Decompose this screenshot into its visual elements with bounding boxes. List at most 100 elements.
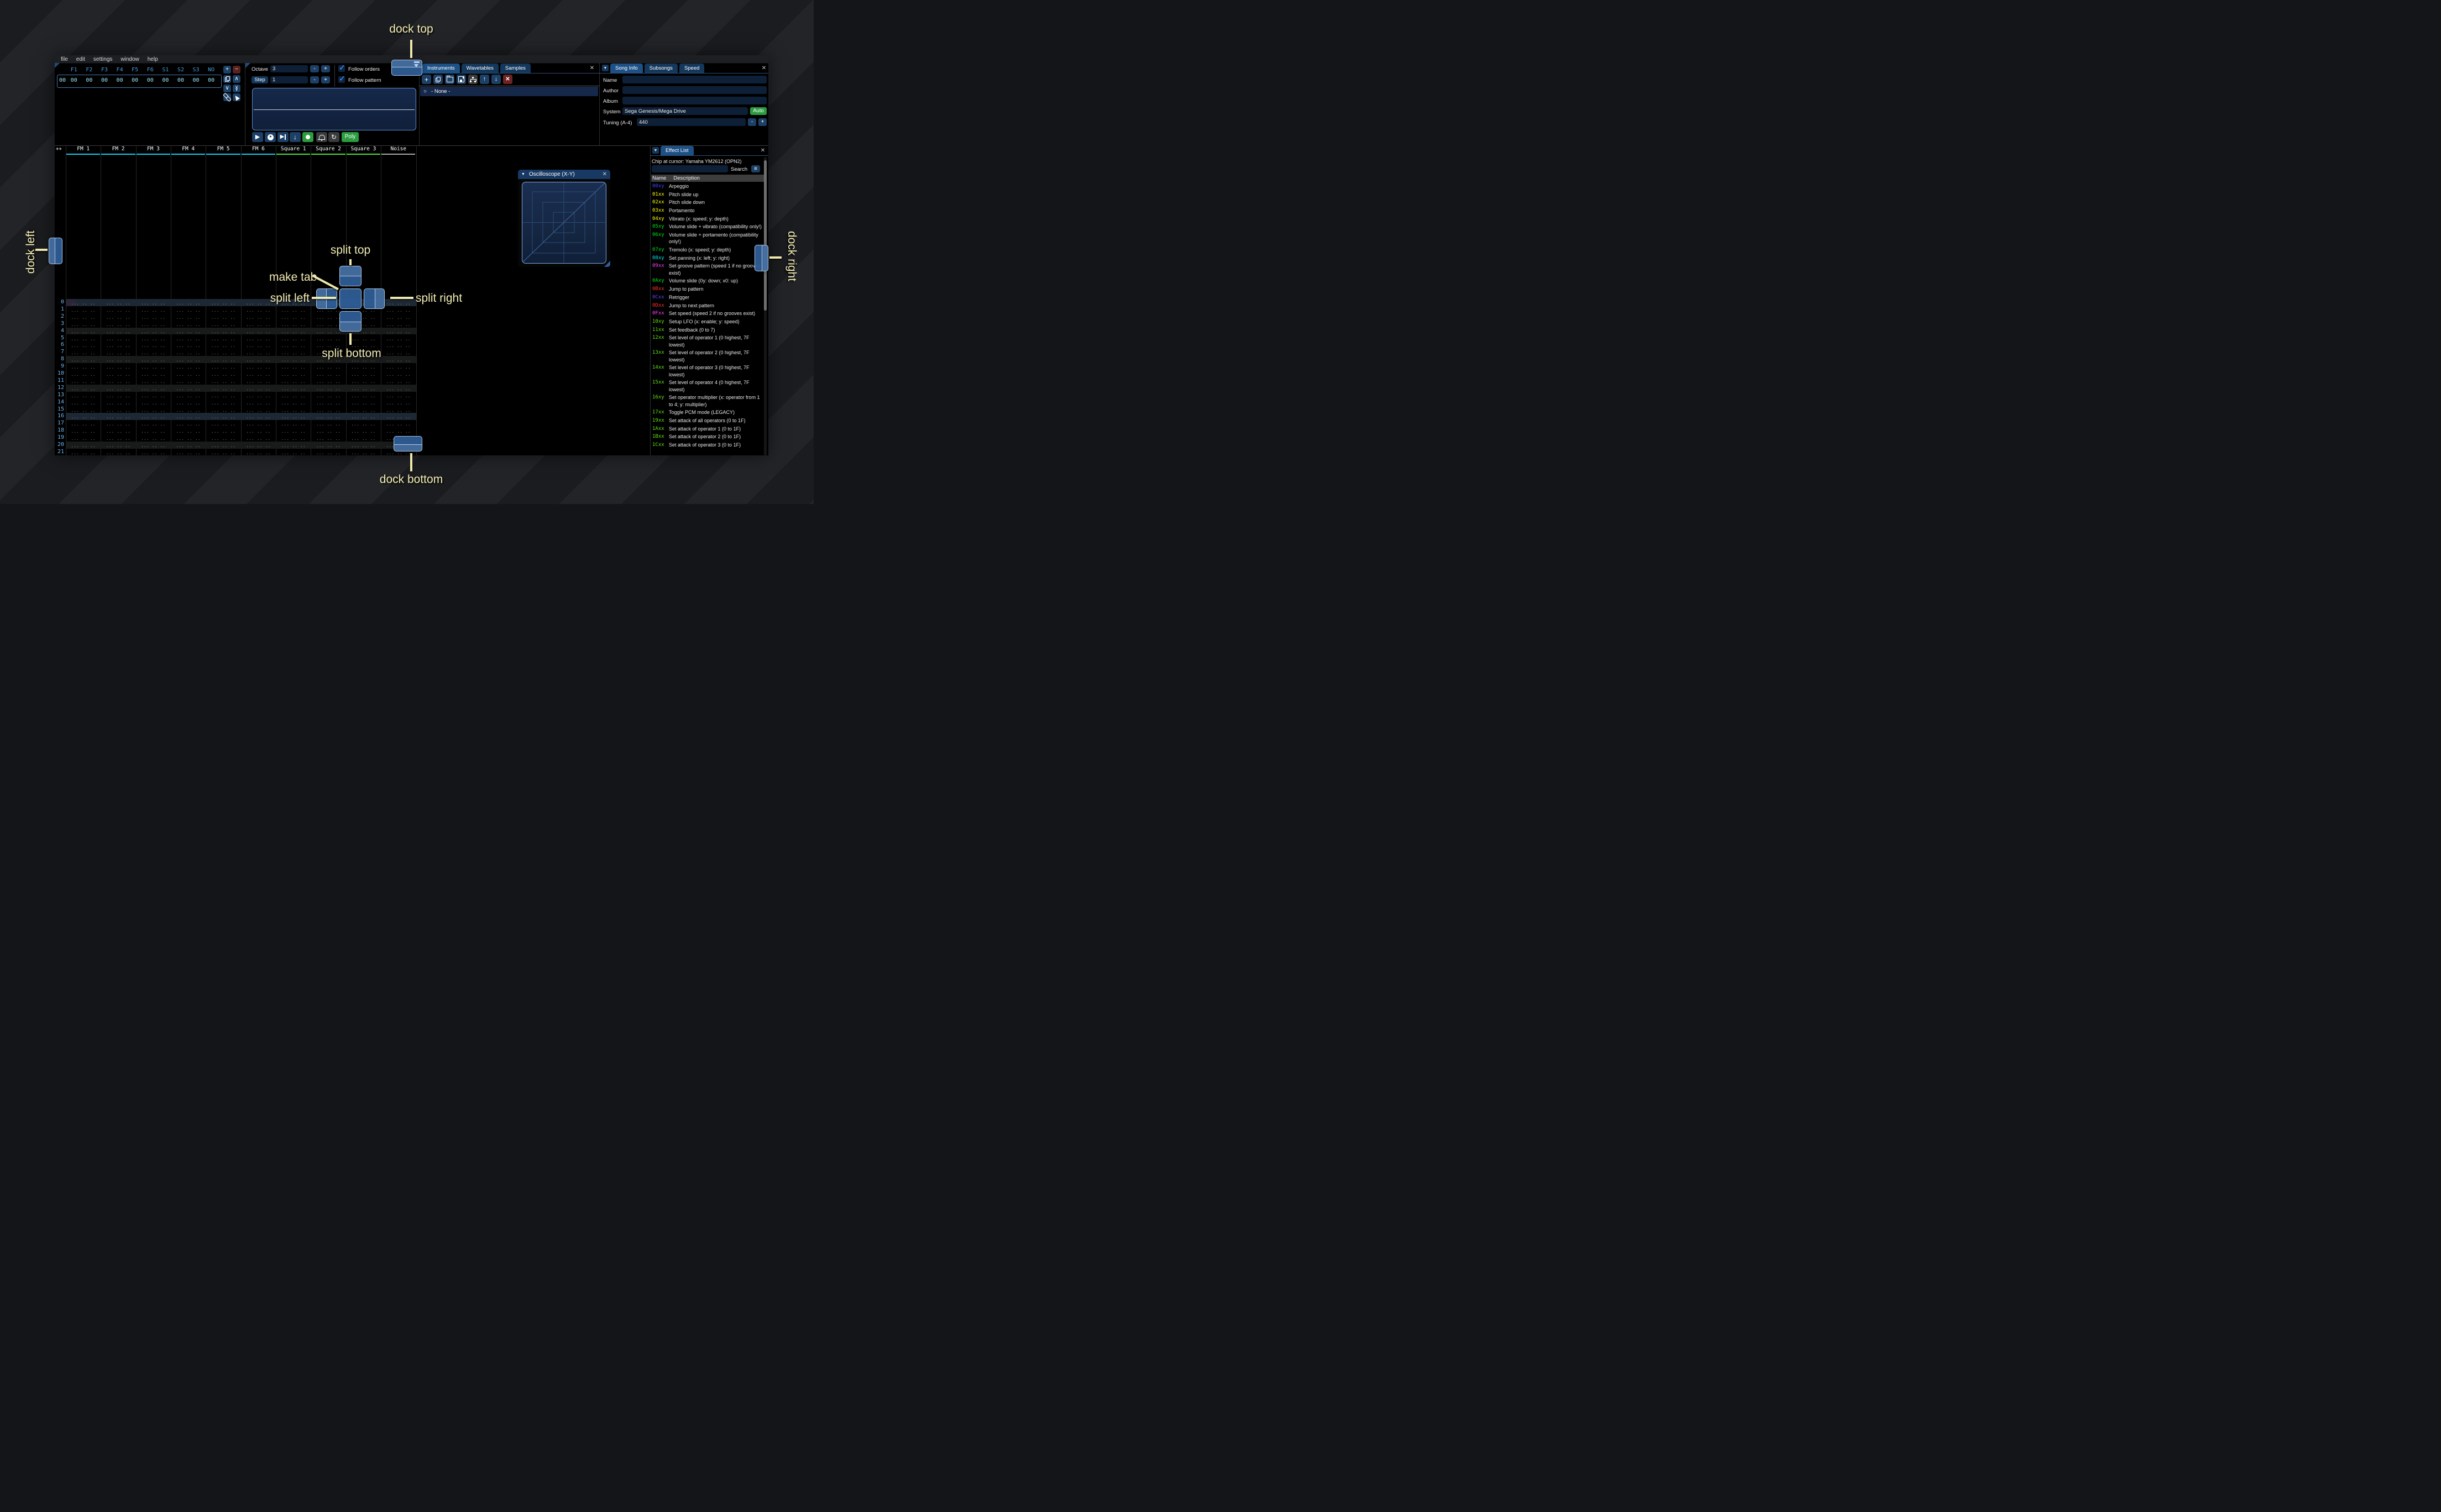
author-input[interactable] xyxy=(622,86,767,94)
pattern-row[interactable]: ... .. .. ....... .. .. ....... .. .. ..… xyxy=(66,321,416,328)
panel-separator[interactable] xyxy=(650,145,651,455)
pattern-cell[interactable]: ... .. .. .... xyxy=(136,420,171,427)
orders-row-values[interactable]: 00 00 00 00 00 00 00 00 00 00 xyxy=(66,77,219,83)
pattern-cell[interactable]: ... .. .. .... xyxy=(241,377,276,385)
pattern-cell[interactable]: ... .. .. .... xyxy=(136,342,171,349)
effect-row[interactable]: 11xx Set feedback (0 to 7) xyxy=(652,327,764,333)
dock-left-target[interactable] xyxy=(49,238,62,264)
pattern-cell[interactable]: ... .. .. .... xyxy=(241,427,276,434)
pattern-cell[interactable]: ... .. .. .... xyxy=(346,370,381,377)
pattern-cell[interactable]: ... .. .. .... xyxy=(66,427,101,434)
pattern-cell[interactable]: ... .. .. .... xyxy=(346,406,381,413)
pattern-cell[interactable]: ... .. .. .... xyxy=(381,406,416,413)
pattern-cell[interactable]: ... .. .. .... xyxy=(276,321,311,328)
effect-row[interactable]: 06xy Volume slide + portamento (compatibi… xyxy=(652,232,764,245)
pattern-cell[interactable]: ... .. .. .... xyxy=(311,406,345,413)
pattern-cell[interactable]: ... .. .. .... xyxy=(66,313,101,321)
pattern-cell[interactable]: ... .. .. .... xyxy=(171,313,206,321)
oscilloscope-close-button[interactable]: ✕ xyxy=(603,171,607,177)
tab-instruments[interactable]: Instruments xyxy=(422,64,460,73)
instrument-move-down-button[interactable]: ↓ xyxy=(491,75,501,84)
pattern-cell[interactable]: ... .. .. .... xyxy=(66,377,101,385)
pattern-cell[interactable]: ... .. .. .... xyxy=(66,335,101,342)
pattern-cell[interactable]: ... .. .. .... xyxy=(276,335,311,342)
pattern-cell[interactable]: ... .. .. .... xyxy=(381,349,416,356)
pattern-cell[interactable]: ... .. .. .... xyxy=(101,328,135,335)
name-input[interactable] xyxy=(622,76,767,83)
pattern-cell[interactable]: ... .. .. .... xyxy=(206,442,240,449)
pattern-cell[interactable]: ... .. .. .... xyxy=(136,413,171,420)
step-button[interactable]: Step xyxy=(252,76,268,83)
pattern-cell[interactable]: ... .. .. .... xyxy=(136,434,171,442)
pattern-row[interactable]: ... .. .. ....... .. .. ....... .. .. ..… xyxy=(66,420,416,427)
order-cell[interactable]: 00 xyxy=(188,77,204,83)
effect-row[interactable]: 19xx Set attack of all operators (0 to 1F… xyxy=(652,417,764,424)
order-duplicate-button[interactable] xyxy=(223,75,231,83)
effect-list-collapse-button[interactable]: ▼ xyxy=(652,147,659,154)
order-cell[interactable]: 00 xyxy=(127,77,143,83)
pattern-cell[interactable]: ... .. .. .... xyxy=(136,313,171,321)
effect-row[interactable]: 05xy Volume slide + vibrato (compatibilit… xyxy=(652,223,764,230)
pattern-cell[interactable]: ... .. .. .... xyxy=(66,406,101,413)
pattern-cell[interactable]: ... .. .. .... xyxy=(136,370,171,377)
pattern-cell[interactable]: ... .. .. .... xyxy=(241,399,276,406)
menu-item-window[interactable]: window xyxy=(121,56,139,62)
pattern-cell[interactable]: ... .. .. .... xyxy=(206,356,240,363)
pattern-cell[interactable]: ... .. .. .... xyxy=(66,321,101,328)
tab-speed[interactable]: Speed xyxy=(679,64,705,73)
pattern-cell[interactable]: ... .. .. .... xyxy=(276,328,311,335)
pattern-expand-button[interactable]: ++ xyxy=(56,146,62,152)
pattern-cell[interactable]: ... .. .. .... xyxy=(101,306,135,313)
effect-row[interactable]: 03xx Portamento xyxy=(652,207,764,214)
pattern-cell[interactable]: ... .. .. .... xyxy=(171,413,206,420)
album-input[interactable] xyxy=(622,97,767,104)
follow-pattern-checkbox[interactable]: ✓ xyxy=(338,74,345,83)
pattern-cell[interactable]: ... .. .. .... xyxy=(276,406,311,413)
instruments-close-button[interactable]: ✕ xyxy=(589,65,595,71)
pattern-row[interactable]: ... .. .. ....... .. .. ....... .. .. ..… xyxy=(66,363,416,370)
channel-header-fm-5[interactable]: FM 5 xyxy=(206,146,240,152)
pattern-row[interactable]: ... .. .. ....... .. .. ....... .. .. ..… xyxy=(66,413,416,420)
order-cell[interactable]: 00 xyxy=(82,77,97,83)
pattern-cell[interactable]: ... .. .. .... xyxy=(381,427,416,434)
order-move-down-button[interactable]: ∨ xyxy=(223,85,231,92)
dock-top-target[interactable] xyxy=(391,60,422,76)
pattern-cell[interactable]: ... .. .. .... xyxy=(276,449,311,455)
effect-list-scrollbar[interactable] xyxy=(764,157,767,455)
effect-row[interactable]: 17xx Toggle PCM mode (LEGACY) xyxy=(652,409,764,416)
effect-row[interactable]: 1Bxx Set attack of operator 2 (0 to 1F) xyxy=(652,433,764,440)
effect-row[interactable]: 14xx Set level of operator 3 (0 highest, … xyxy=(652,364,764,378)
step-input[interactable]: 1 xyxy=(270,76,308,83)
effect-row[interactable]: 0Cxx Retrigger xyxy=(652,294,764,301)
pattern-cell[interactable]: ... .. .. .... xyxy=(276,420,311,427)
pattern-cell[interactable]: ... .. .. .... xyxy=(381,385,416,392)
pattern-cell[interactable]: ... .. .. .... xyxy=(276,413,311,420)
pattern-cell[interactable]: ... .. .. .... xyxy=(206,313,240,321)
octave-decrease-button[interactable]: - xyxy=(310,65,319,72)
pattern-row[interactable]: ... .. .. ....... .. .. ....... .. .. ..… xyxy=(66,335,416,342)
menu-item-edit[interactable]: edit xyxy=(76,56,85,62)
menu-item-settings[interactable]: settings xyxy=(93,56,112,62)
pattern-cell[interactable]: ... .. .. .... xyxy=(136,399,171,406)
pattern-cell[interactable]: ... .. .. .... xyxy=(276,427,311,434)
channel-header-fm-3[interactable]: FM 3 xyxy=(136,146,171,152)
collapse-triangle-icon[interactable]: ▼ xyxy=(521,172,525,176)
effect-list-tab[interactable]: Effect List xyxy=(661,146,694,155)
pattern-cell[interactable]: ... .. .. .... xyxy=(66,449,101,455)
pattern-row[interactable]: ... .. .. ....... .. .. ....... .. .. ..… xyxy=(66,385,416,392)
pattern-cell[interactable]: ... .. .. .... xyxy=(206,406,240,413)
tab-samples[interactable]: Samples xyxy=(500,64,531,73)
pattern-cell[interactable]: ... .. .. .... xyxy=(206,434,240,442)
order-cell[interactable]: 00 xyxy=(97,77,112,83)
pattern-cell[interactable]: ... .. .. .... xyxy=(206,342,240,349)
pattern-cell[interactable]: ... .. .. .... xyxy=(171,363,206,370)
pattern-cell[interactable]: ... .. .. .... xyxy=(101,356,135,363)
pattern-cell[interactable]: ... .. .. .... xyxy=(101,363,135,370)
pattern-cell[interactable]: ... .. .. .... xyxy=(346,399,381,406)
order-cell[interactable]: 00 xyxy=(158,77,174,83)
pattern-cell[interactable]: ... .. .. .... xyxy=(101,427,135,434)
effect-row[interactable]: 02xx Pitch slide down xyxy=(652,199,764,206)
order-remove-button[interactable]: − xyxy=(233,66,240,74)
pattern-cell[interactable]: ... .. .. .... xyxy=(66,349,101,356)
pattern-cell[interactable]: ... .. .. .... xyxy=(136,392,171,399)
